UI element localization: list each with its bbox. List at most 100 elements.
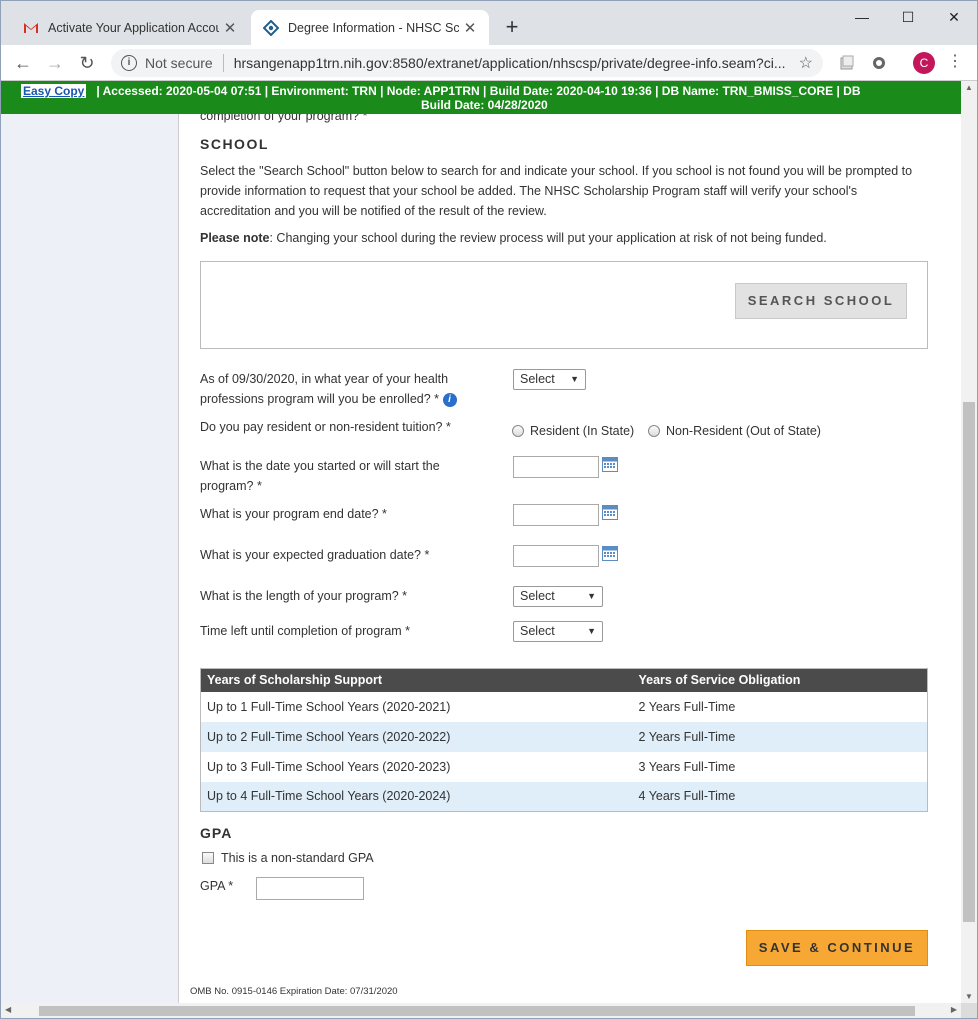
school-search-panel: SEARCH SCHOOL [200, 261, 928, 349]
scroll-down-icon[interactable]: ▼ [965, 992, 973, 1001]
note-text: : Changing your school during the review… [269, 231, 827, 245]
info-icon[interactable]: i [442, 392, 457, 407]
select-value: Select [520, 589, 555, 603]
tuition-question: Do you pay resident or non-resident tuit… [200, 420, 451, 434]
maximize-icon[interactable]: ☐ [885, 5, 931, 29]
page-viewport: Easy Copy | Accessed: 2020-05-04 07:51 | … [1, 81, 961, 1003]
scrollbar-corner [961, 1003, 977, 1018]
end-date-input[interactable] [513, 504, 599, 526]
non-resident-radio[interactable]: Non-Resident (Out of State) [648, 424, 821, 438]
gpa-heading: GPA [200, 825, 233, 841]
environment-line: Easy Copy | Accessed: 2020-05-04 07:51 | … [21, 84, 861, 98]
table-cell: 3 Years Full-Time [638, 759, 736, 774]
back-icon[interactable]: ← [11, 51, 35, 75]
graduation-date-input[interactable] [513, 545, 599, 567]
table-row: Up to 4 Full-Time School Years (2020-202… [200, 781, 928, 812]
scholarship-obligation-table: Years of Scholarship Support Years of Se… [200, 668, 928, 812]
column-header: Years of Service Obligation [632, 668, 928, 692]
gpa-label: GPA * [200, 879, 234, 893]
school-note: Please note: Changing your school during… [200, 231, 827, 245]
new-tab-button[interactable]: + [499, 14, 525, 40]
tab-title: Activate Your Application Account [48, 20, 219, 35]
close-icon[interactable]: ✕ [459, 19, 481, 37]
column-header: Years of Scholarship Support [200, 668, 633, 692]
graduation-date-question: What is your expected graduation date? * [200, 548, 430, 562]
scroll-up-icon[interactable]: ▲ [965, 83, 973, 92]
scroll-right-icon[interactable]: ▶ [951, 1005, 957, 1014]
scrollbar-thumb[interactable] [39, 1006, 915, 1016]
table-cell: 2 Years Full-Time [638, 699, 736, 714]
start-date-input[interactable] [513, 456, 599, 478]
checkbox[interactable] [202, 852, 214, 864]
select-value: Select [520, 624, 555, 638]
dropdown-arrow-icon: ▼ [587, 626, 596, 636]
url-text[interactable]: hrsangenapp1trn.nih.gov:8580/extranet/ap… [234, 55, 799, 71]
radio-button[interactable] [648, 425, 660, 437]
build-date: Build Date: 04/28/2020 [421, 98, 548, 112]
note-label: Please note [200, 231, 270, 245]
environment-info: | Accessed: 2020-05-04 07:51 | Environme… [96, 84, 861, 98]
table-cell: 4 Years Full-Time [632, 781, 928, 812]
school-heading: SCHOOL [200, 136, 269, 152]
calendar-icon[interactable] [602, 545, 618, 561]
radio-button[interactable] [512, 425, 524, 437]
end-date-question: What is your program end date? * [200, 507, 387, 521]
minimize-icon[interactable]: — [839, 5, 885, 29]
bookmark-star-icon[interactable]: ☆ [799, 53, 813, 73]
gmail-icon [23, 20, 39, 36]
divider [222, 54, 224, 72]
easy-copy-link[interactable]: Easy Copy [21, 84, 87, 98]
school-instructions: Select the "Search School" button below … [200, 164, 913, 218]
dropdown-arrow-icon: ▼ [587, 591, 596, 601]
program-length-select[interactable]: Select ▼ [513, 586, 603, 607]
table-cell: Up to 1 Full-Time School Years (2020-202… [207, 699, 451, 714]
table-cell: 2 Years Full-Time [632, 721, 928, 752]
time-left-question: Time left until completion of program * [200, 624, 411, 638]
profile-avatar[interactable]: C [913, 52, 935, 74]
select-value: Select [520, 372, 555, 386]
menu-icon[interactable]: ⋮ [947, 51, 963, 71]
calendar-icon[interactable] [602, 504, 618, 520]
omb-footer: OMB No. 0915-0146 Expiration Date: 07/31… [190, 986, 398, 997]
resident-radio[interactable]: Resident (In State) [512, 424, 634, 438]
hrsa-icon [263, 19, 279, 36]
browser-toolbar: ← → ↻ i Not secure hrsangenapp1trn.nih.g… [1, 45, 977, 81]
table-cell: Up to 3 Full-Time School Years (2020-202… [207, 759, 451, 774]
table-row: Up to 1 Full-Time School Years (2020-202… [201, 692, 928, 722]
time-left-select[interactable]: Select ▼ [513, 621, 603, 642]
table-cell: Up to 4 Full-Time School Years (2020-202… [200, 781, 633, 812]
tab-strip: Activate Your Application Account ✕ Degr… [1, 1, 977, 45]
save-continue-button[interactable]: SAVE & CONTINUE [746, 930, 928, 966]
search-school-button[interactable]: SEARCH SCHOOL [735, 283, 907, 319]
table-cell: Up to 2 Full-Time School Years (2020-202… [200, 721, 633, 752]
calendar-icon[interactable] [602, 456, 618, 472]
environment-bar: Easy Copy | Accessed: 2020-05-04 07:51 | … [1, 81, 961, 114]
tab-gmail[interactable]: Activate Your Application Account ✕ [11, 10, 249, 45]
horizontal-scrollbar[interactable]: ◀ ▶ [1, 1003, 961, 1018]
table-header-row: Years of Scholarship Support Years of Se… [200, 668, 928, 692]
gpa-input[interactable] [256, 877, 364, 900]
vertical-scrollbar[interactable]: ▲ ▼ [961, 81, 977, 1003]
tab-title: Degree Information - NHSC Scholarship [288, 20, 459, 35]
year-enrolled-select[interactable]: Select ▼ [513, 369, 586, 390]
info-icon[interactable]: i [121, 55, 137, 71]
scroll-left-icon[interactable]: ◀ [5, 1005, 11, 1014]
tab-degree-information[interactable]: Degree Information - NHSC Scholarship ✕ [251, 10, 489, 45]
program-length-question: What is the length of your program? * [200, 589, 408, 603]
forward-icon[interactable]: → [43, 51, 67, 75]
checkbox-label: This is a non-standard GPA [221, 851, 374, 865]
year-enrolled-label: As of 09/30/2020, in what year of your h… [200, 372, 449, 406]
close-icon[interactable]: ✕ [219, 19, 241, 37]
reload-icon[interactable]: ↻ [75, 51, 99, 75]
address-bar[interactable]: i Not secure hrsangenapp1trn.nih.gov:858… [111, 49, 823, 77]
nonstandard-gpa-checkbox[interactable]: This is a non-standard GPA [202, 851, 374, 865]
table-row: Up to 3 Full-Time School Years (2020-202… [201, 752, 928, 782]
extension-icon[interactable] [839, 55, 855, 71]
window-close-icon[interactable]: ✕ [931, 5, 977, 29]
start-date-question: What is the date you started or will sta… [200, 459, 440, 493]
scrollbar-thumb[interactable] [963, 402, 975, 922]
left-gutter [1, 81, 179, 1003]
extension-circle-icon[interactable] [871, 55, 887, 71]
table-row: Up to 2 Full-Time School Years (2020-202… [200, 721, 928, 752]
dropdown-arrow-icon: ▼ [570, 374, 579, 384]
